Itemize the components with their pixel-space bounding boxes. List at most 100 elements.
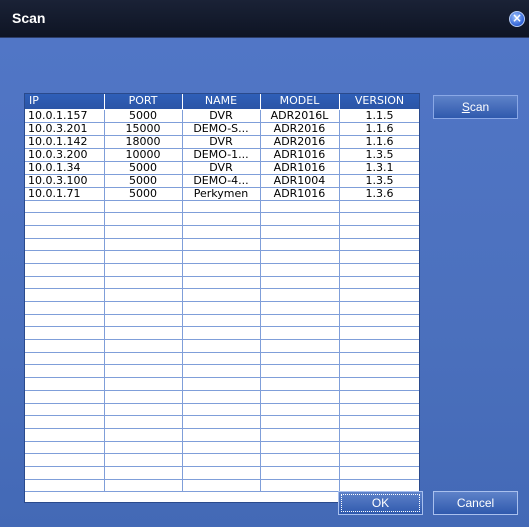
cell-version: [339, 200, 419, 214]
cell-ip: 10.0.3.200: [25, 148, 105, 162]
table-row[interactable]: 10.0.1.34 5000 DVR ADR1016 1.3.1: [25, 161, 419, 175]
cell-name: [182, 339, 261, 353]
cell-version: [339, 250, 419, 264]
ok-button-label: OK: [371, 496, 390, 510]
cell-port: [104, 238, 183, 252]
cell-version: [339, 314, 419, 328]
empty-row: [25, 301, 419, 315]
table-row[interactable]: 10.0.3.201 15000 DEMO-S... ADR2016 1.1.6: [25, 122, 419, 136]
cell-port: [104, 453, 183, 467]
cell-model: ADR1004: [260, 174, 340, 188]
cell-model: [260, 212, 340, 226]
column-header-model[interactable]: MODEL: [260, 94, 340, 110]
ok-button-focus: OK: [341, 494, 420, 512]
cell-model: [260, 263, 340, 277]
table-row[interactable]: 10.0.1.71 5000 Perkymen ADR1016 1.3.6: [25, 187, 419, 201]
column-header-version[interactable]: VERSION: [339, 94, 419, 110]
empty-row: [25, 326, 419, 341]
column-header-name[interactable]: NAME: [182, 94, 261, 110]
cell-name: Perkymen: [182, 187, 261, 201]
cell-port: [104, 276, 183, 290]
cell-ip: [25, 415, 105, 429]
cell-ip: [25, 377, 105, 391]
table-row[interactable]: 10.0.3.100 5000 DEMO-4... ADR1004 1.3.5: [25, 174, 419, 188]
close-icon[interactable]: ×: [509, 11, 525, 27]
column-header-port[interactable]: PORT: [104, 94, 183, 110]
cell-ip: [25, 352, 105, 366]
cell-version: [339, 288, 419, 302]
device-list[interactable]: IP PORT NAME MODEL VERSION 10.0.1.157 500…: [24, 93, 420, 503]
cell-ip: 10.0.3.100: [25, 174, 105, 188]
cell-version: [339, 428, 419, 442]
empty-row: [25, 415, 419, 429]
cell-port: [104, 479, 183, 493]
cell-model: [260, 466, 340, 480]
empty-row: [25, 453, 419, 467]
cell-ip: [25, 339, 105, 353]
cell-version: 1.3.5: [339, 148, 419, 162]
cell-model: [260, 238, 340, 252]
cell-ip: [25, 441, 105, 455]
empty-row: [25, 390, 419, 404]
cell-version: [339, 377, 419, 391]
cell-port: 5000: [104, 161, 183, 175]
cell-version: [339, 339, 419, 353]
empty-row: [25, 479, 419, 493]
cell-ip: 10.0.1.142: [25, 135, 105, 149]
cell-version: [339, 301, 419, 315]
cell-port: [104, 403, 183, 417]
cell-ip: [25, 364, 105, 379]
cell-model: ADR2016L: [260, 109, 340, 123]
cell-version: 1.3.1: [339, 161, 419, 175]
cell-port: [104, 301, 183, 315]
cell-port: [104, 441, 183, 455]
empty-row: [25, 288, 419, 302]
cell-version: [339, 415, 419, 429]
scan-button[interactable]: Scan: [433, 95, 518, 119]
scan-button-label: can: [469, 100, 490, 114]
cell-ip: [25, 212, 105, 226]
cell-name: [182, 263, 261, 277]
empty-row: [25, 466, 419, 480]
cell-name: [182, 276, 261, 290]
cell-name: [182, 212, 261, 226]
cell-ip: [25, 200, 105, 214]
cell-model: [260, 352, 340, 366]
table-row[interactable]: 10.0.3.200 10000 DEMO-1... ADR1016 1.3.5: [25, 148, 419, 162]
empty-row: [25, 428, 419, 442]
title-bar: Scan ×: [0, 0, 529, 38]
cancel-button[interactable]: Cancel: [433, 491, 518, 515]
cell-name: [182, 225, 261, 239]
table-row[interactable]: 10.0.1.142 18000 DVR ADR2016 1.1.6: [25, 135, 419, 149]
cell-model: [260, 339, 340, 353]
cell-model: [260, 301, 340, 315]
cell-version: [339, 326, 419, 341]
cell-ip: [25, 453, 105, 467]
cell-version: [339, 403, 419, 417]
cell-ip: [25, 288, 105, 302]
cell-name: [182, 403, 261, 417]
cell-port: 10000: [104, 148, 183, 162]
column-header-ip[interactable]: IP: [25, 94, 105, 110]
cell-model: [260, 314, 340, 328]
cell-port: [104, 212, 183, 226]
cell-ip: [25, 225, 105, 239]
device-table: IP PORT NAME MODEL VERSION 10.0.1.157 500…: [25, 94, 419, 493]
cell-ip: [25, 314, 105, 328]
cell-name: [182, 352, 261, 366]
table-row[interactable]: 10.0.1.157 5000 DVR ADR2016L 1.1.5: [25, 109, 419, 123]
cell-port: [104, 326, 183, 341]
cell-ip: [25, 390, 105, 404]
cell-port: [104, 263, 183, 277]
cell-ip: 10.0.1.157: [25, 109, 105, 123]
cell-version: [339, 479, 419, 493]
cell-version: [339, 263, 419, 277]
ok-button[interactable]: OK: [338, 491, 423, 515]
empty-row: [25, 377, 419, 391]
cell-model: [260, 377, 340, 391]
cell-ip: [25, 428, 105, 442]
cell-version: 1.3.6: [339, 187, 419, 201]
cell-version: [339, 364, 419, 379]
cell-name: DEMO-4...: [182, 174, 261, 188]
cell-model: [260, 441, 340, 455]
